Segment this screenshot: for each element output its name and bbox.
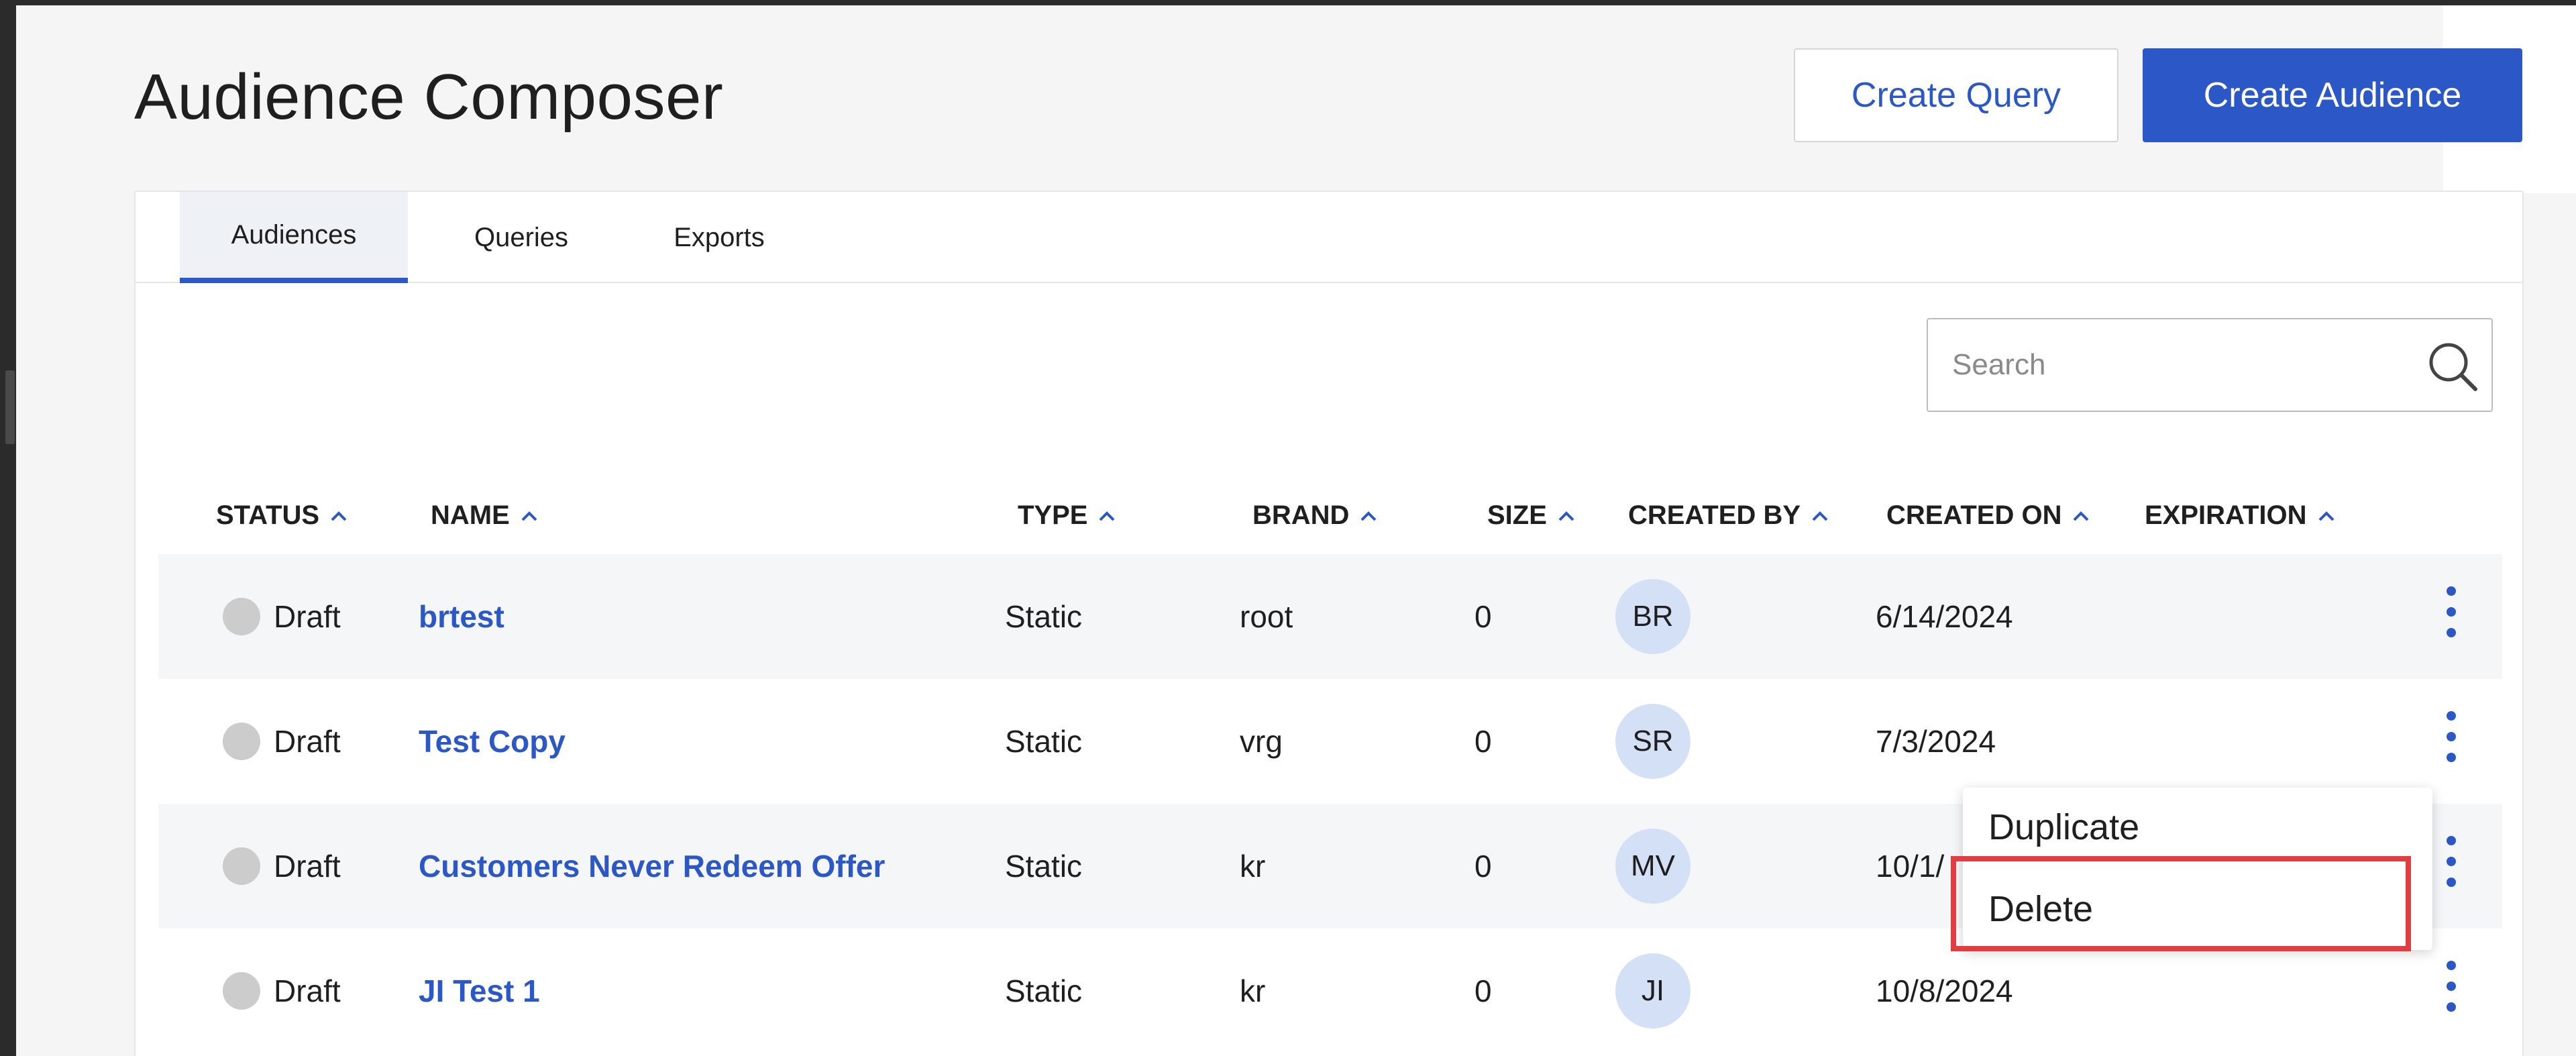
created-by-cell: MV	[1615, 804, 1690, 929]
column-header-expiration[interactable]: EXPIRATION	[2145, 500, 2335, 531]
status-text: Draft	[274, 849, 341, 884]
size-cell: 0	[1474, 973, 1492, 1008]
brand-cell: vrg	[1240, 724, 1283, 759]
kebab-menu-icon[interactable]	[2439, 836, 2463, 896]
column-header-status[interactable]: STATUS	[216, 500, 347, 531]
chevron-up-icon	[2074, 511, 2089, 521]
audience-name-link[interactable]: Customers Never Redeem Offer	[419, 804, 885, 929]
avatar: MV	[1615, 829, 1690, 904]
created-by-cell: SR	[1615, 679, 1690, 804]
search-input[interactable]	[1952, 319, 2408, 411]
created-by-cell: JI	[1615, 929, 1690, 1053]
created-on-cell: 7/3/2024	[1876, 724, 1996, 759]
avatar: SR	[1615, 704, 1690, 779]
chevron-up-icon	[2318, 511, 2334, 521]
status-text: Draft	[274, 973, 341, 1008]
created-by-cell: BR	[1615, 554, 1690, 679]
page-title: Audience Composer	[134, 61, 724, 133]
column-header-label: CREATED BY	[1628, 500, 1801, 530]
tab-queries[interactable]: Queries	[424, 192, 619, 283]
kebab-menu-icon[interactable]	[2439, 961, 2463, 1021]
column-header-name[interactable]: NAME	[431, 500, 538, 531]
created-on-cell: 10/1/	[1876, 849, 1945, 884]
audience-name-link[interactable]: JI Test 1	[419, 929, 540, 1053]
brand-cell: root	[1240, 599, 1293, 634]
status-cell: Draft	[223, 804, 341, 929]
status-dot-icon	[223, 598, 260, 635]
chevron-up-icon	[1361, 511, 1377, 521]
status-cell: Draft	[223, 679, 341, 804]
status-dot-icon	[223, 972, 260, 1010]
kebab-menu-icon[interactable]	[2439, 711, 2463, 772]
tab-audiences[interactable]: Audiences	[180, 192, 408, 283]
column-header-label: TYPE	[1018, 500, 1088, 530]
type-cell: Static	[1005, 973, 1083, 1008]
chevron-up-icon	[521, 511, 537, 521]
kebab-menu-icon[interactable]	[2439, 586, 2463, 647]
type-cell: Static	[1005, 849, 1083, 884]
create-audience-button[interactable]: Create Audience	[2143, 48, 2522, 142]
brand-cell: kr	[1240, 849, 1266, 884]
create-query-button[interactable]: Create Query	[1794, 48, 2118, 142]
size-cell: 0	[1474, 849, 1492, 884]
column-header-label: NAME	[431, 500, 510, 530]
search-box	[1927, 318, 2493, 412]
column-header-label: BRAND	[1252, 500, 1350, 530]
delete-highlight-box	[1951, 856, 2411, 951]
status-text: Draft	[274, 599, 341, 634]
column-header-size[interactable]: SIZE	[1487, 500, 1575, 531]
status-text: Draft	[274, 724, 341, 759]
column-header-created-on[interactable]: CREATED ON	[1886, 500, 2090, 531]
window-edge-handle	[5, 370, 15, 444]
status-cell: Draft	[223, 929, 341, 1053]
created-on-cell: 6/14/2024	[1876, 599, 2013, 634]
column-header-created-by[interactable]: CREATED BY	[1628, 500, 1829, 531]
chevron-up-icon	[1812, 511, 1828, 521]
search-icon[interactable]	[2424, 338, 2481, 394]
tab-exports[interactable]: Exports	[625, 192, 813, 283]
column-header-label: SIZE	[1487, 500, 1547, 530]
column-header-label: STATUS	[216, 500, 320, 530]
table-row[interactable]: Draft brtest Static root 0 BR 6/14/2024	[158, 554, 2502, 679]
chevron-up-icon	[1558, 511, 1574, 521]
audience-name-link[interactable]: brtest	[419, 554, 504, 679]
brand-cell: kr	[1240, 973, 1266, 1008]
size-cell: 0	[1474, 724, 1492, 759]
size-cell: 0	[1474, 599, 1492, 634]
app-window: Audience Composer Create Query Create Au…	[16, 5, 2576, 1056]
column-header-label: CREATED ON	[1886, 500, 2062, 530]
avatar: BR	[1615, 579, 1690, 654]
column-header-brand[interactable]: BRAND	[1252, 500, 1377, 531]
status-dot-icon	[223, 723, 260, 760]
status-cell: Draft	[223, 554, 341, 679]
chevron-up-icon	[331, 511, 347, 521]
avatar: JI	[1615, 953, 1690, 1028]
column-header-type[interactable]: TYPE	[1018, 500, 1116, 531]
type-cell: Static	[1005, 724, 1083, 759]
status-dot-icon	[223, 847, 260, 885]
tab-bar: Audiences Queries Exports	[136, 192, 2522, 283]
menu-item-duplicate[interactable]: Duplicate	[1988, 806, 2139, 848]
table-row[interactable]: Draft Test Copy Static vrg 0 SR 7/3/2024	[158, 679, 2502, 804]
column-header-label: EXPIRATION	[2145, 500, 2307, 530]
audience-name-link[interactable]: Test Copy	[419, 679, 566, 804]
type-cell: Static	[1005, 599, 1083, 634]
chevron-up-icon	[1099, 511, 1115, 521]
